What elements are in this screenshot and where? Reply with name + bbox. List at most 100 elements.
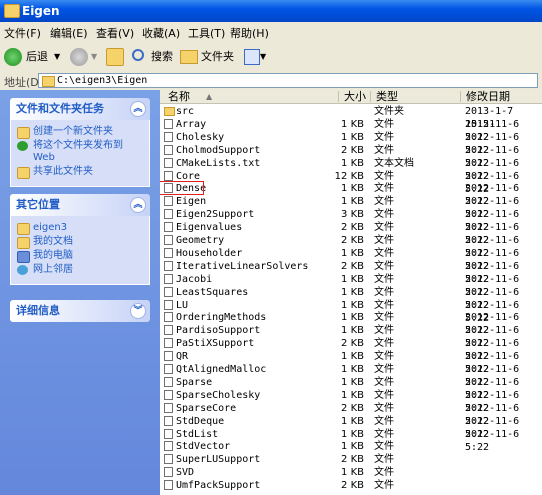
file-row[interactable]: LU 1 KB 文件 2012-11-6 5:22 bbox=[160, 299, 542, 324]
file-icon bbox=[164, 260, 173, 271]
details-panel: 详细信息 ︾ bbox=[10, 300, 150, 322]
file-icon bbox=[164, 415, 173, 426]
file-icon bbox=[164, 235, 173, 245]
file-row[interactable]: Cholesky 1 KB 文件 2012-11-6 5:22 bbox=[160, 131, 542, 156]
file-row[interactable]: src 文件夹 2013-1-7 15:51 bbox=[160, 105, 542, 130]
file-type: 文件 bbox=[374, 441, 394, 453]
menu-view[interactable]: 查看(V) bbox=[96, 25, 134, 41]
expand-icon[interactable]: ︾ bbox=[130, 303, 146, 319]
file-tasks-header[interactable]: 文件和文件夹任务 ︽ bbox=[10, 98, 150, 120]
place-eigen3[interactable]: eigen3 bbox=[17, 222, 145, 235]
collapse-icon[interactable]: ︽ bbox=[130, 101, 146, 117]
other-places-title: 其它位置 bbox=[16, 198, 60, 211]
file-row[interactable]: QR 1 KB 文件 2012-11-6 5:22 bbox=[160, 350, 542, 375]
column-size[interactable]: 大小 bbox=[344, 90, 366, 103]
file-row[interactable]: CholmodSupport 2 KB 文件 2012-11-6 5:22 bbox=[160, 144, 542, 169]
file-row[interactable]: StdList 1 KB 文件 2012-11-6 5:22 bbox=[160, 428, 542, 453]
file-row[interactable]: CMakeLists.txt 1 KB 文本文档 2012-11-6 5:22 bbox=[160, 157, 542, 182]
file-row[interactable]: Array 1 KB 文件 2012-11-6 5:22 bbox=[160, 118, 542, 143]
up-folder-button[interactable] bbox=[106, 47, 126, 67]
column-modified[interactable]: 修改日期 bbox=[466, 90, 510, 103]
file-row[interactable]: PaStiXSupport 2 KB 文件 2012-11-6 5:22 bbox=[160, 337, 542, 362]
file-type: 文件 bbox=[374, 131, 394, 143]
menu-tools[interactable]: 工具(T) bbox=[188, 25, 225, 41]
views-button[interactable]: ▼ bbox=[244, 47, 268, 67]
file-row[interactable]: QtAlignedMalloc 1 KB 文件 2012-11-6 5:22 bbox=[160, 363, 542, 388]
details-header[interactable]: 详细信息 ︾ bbox=[10, 300, 150, 322]
file-name: QtAlignedMalloc bbox=[176, 364, 267, 375]
file-type: 文件夹 bbox=[374, 106, 404, 117]
other-places-panel: 其它位置 ︽ eigen3 我的文档 我的电脑 网上邻居 bbox=[10, 194, 150, 285]
forward-button[interactable]: ▼ bbox=[70, 47, 102, 67]
file-size: 1 KB bbox=[341, 376, 364, 388]
task-new-folder[interactable]: 创建一个新文件夹 bbox=[17, 126, 145, 139]
other-places-body: eigen3 我的文档 我的电脑 网上邻居 bbox=[10, 216, 150, 285]
globe-icon bbox=[17, 141, 28, 151]
task-publish-web[interactable]: 将这个文件夹发布到 Web bbox=[17, 140, 145, 164]
file-row[interactable]: OrderingMethods 1 KB 文件 2012-11-6 5:22 bbox=[160, 311, 542, 336]
file-size: 1 KB bbox=[341, 325, 364, 337]
file-row[interactable]: Eigen 1 KB 文件 2012-11-6 5:22 bbox=[160, 195, 542, 220]
file-row[interactable]: StdVector 1 KB 文件 bbox=[160, 440, 542, 453]
file-name: LU bbox=[176, 299, 189, 311]
search-button[interactable]: 搜索 bbox=[132, 47, 176, 67]
file-size: 1 KB bbox=[341, 312, 364, 324]
column-name[interactable]: 名称 bbox=[168, 90, 190, 103]
file-row[interactable]: LeastSquares 1 KB 文件 2012-11-6 5:22 bbox=[160, 286, 542, 311]
file-row[interactable]: Sparse 1 KB 文件 2012-11-6 5:22 bbox=[160, 376, 542, 401]
back-button[interactable]: 后退 ▼ bbox=[4, 47, 64, 67]
file-row[interactable]: Householder 1 KB 文件 2012-11-6 5:22 bbox=[160, 247, 542, 272]
place-my-documents[interactable]: 我的文档 bbox=[17, 236, 145, 249]
place-my-computer-label: 我的电脑 bbox=[33, 250, 73, 261]
file-row[interactable]: SparseCore 2 KB 文件 2012-11-6 5:22 bbox=[160, 402, 542, 427]
place-network[interactable]: 网上邻居 bbox=[17, 264, 145, 276]
file-name: Jacobi bbox=[176, 273, 213, 285]
menu-edit[interactable]: 编辑(E) bbox=[50, 25, 88, 41]
file-size: 1 KB bbox=[341, 131, 364, 143]
menu-file[interactable]: 文件(F) bbox=[4, 25, 41, 41]
file-type: 文件 bbox=[374, 209, 394, 221]
file-row[interactable]: Eigen2Support 3 KB 文件 2012-11-6 5:22 bbox=[160, 208, 542, 233]
folder-icon bbox=[42, 76, 55, 87]
file-type: 文件 bbox=[374, 273, 394, 285]
task-new-folder-label: 创建一个新文件夹 bbox=[33, 126, 113, 137]
file-type: 文件 bbox=[374, 286, 394, 298]
file-size: 1 KB bbox=[341, 415, 364, 427]
folder-icon bbox=[180, 50, 198, 64]
file-row[interactable]: Jacobi 1 KB 文件 2012-11-6 5:22 bbox=[160, 273, 542, 298]
file-icon bbox=[164, 118, 173, 129]
place-network-label: 网上邻居 bbox=[33, 264, 73, 275]
menu-help[interactable]: 帮助(H) bbox=[230, 25, 269, 41]
file-size: 1 KB bbox=[341, 428, 364, 440]
file-row[interactable]: SuperLUSupport 2 KB 文件 bbox=[160, 453, 542, 466]
highlight-box bbox=[160, 181, 204, 196]
file-row[interactable]: IterativeLinearSolvers 2 KB 文件 2012-11-6 5:… bbox=[160, 260, 542, 285]
toolbar: 后退 ▼ ▼ 搜索 文件夹 ▼ bbox=[0, 42, 542, 73]
file-row[interactable]: Eigenvalues 2 KB 文件 2012-11-6 5:22 bbox=[160, 221, 542, 246]
file-icon bbox=[164, 157, 173, 168]
address-input[interactable]: C:\eigen3\Eigen bbox=[38, 73, 538, 88]
file-icon bbox=[164, 209, 173, 220]
folders-button[interactable]: 文件夹 bbox=[180, 47, 240, 67]
file-row[interactable]: Dense 1 KB 文件 2012-11-6 5:22 bbox=[160, 181, 542, 207]
file-size: 12 KB bbox=[334, 170, 364, 182]
task-share-folder[interactable]: 共享此文件夹 bbox=[17, 166, 145, 179]
file-name: Eigen2Support bbox=[176, 209, 255, 221]
title-bar[interactable]: Eigen bbox=[0, 0, 542, 22]
menu-bar: 文件(F) 编辑(E) 查看(V) 收藏(A) 工具(T) 帮助(H) bbox=[0, 22, 542, 43]
file-row[interactable]: Geometry 2 KB 文件 2012-11-6 5:22 bbox=[160, 234, 542, 259]
column-type[interactable]: 类型 bbox=[376, 90, 398, 103]
file-row[interactable]: StdDeque 1 KB 文件 2012-11-6 5:22 bbox=[160, 415, 542, 440]
file-row[interactable]: PardisoSupport 1 KB 文件 2012-11-6 5:22 bbox=[160, 324, 542, 349]
file-name: Sparse bbox=[176, 376, 213, 388]
file-row[interactable]: Core 12 KB 文件 2012-11-6 5:22 bbox=[160, 170, 542, 195]
menu-favorites[interactable]: 收藏(A) bbox=[142, 25, 180, 41]
file-row[interactable]: SparseCholesky 1 KB 文件 2012-11-6 5:22 bbox=[160, 389, 542, 414]
file-type: 文件 bbox=[374, 196, 394, 208]
file-row[interactable]: SVD 1 KB 文件 bbox=[160, 466, 542, 479]
collapse-icon[interactable]: ︽ bbox=[130, 197, 146, 213]
place-my-computer[interactable]: 我的电脑 bbox=[17, 250, 145, 263]
file-row[interactable]: UmfPackSupport 2 KB 文件 bbox=[160, 479, 542, 492]
details-title: 详细信息 bbox=[16, 304, 60, 317]
other-places-header[interactable]: 其它位置 ︽ bbox=[10, 194, 150, 216]
